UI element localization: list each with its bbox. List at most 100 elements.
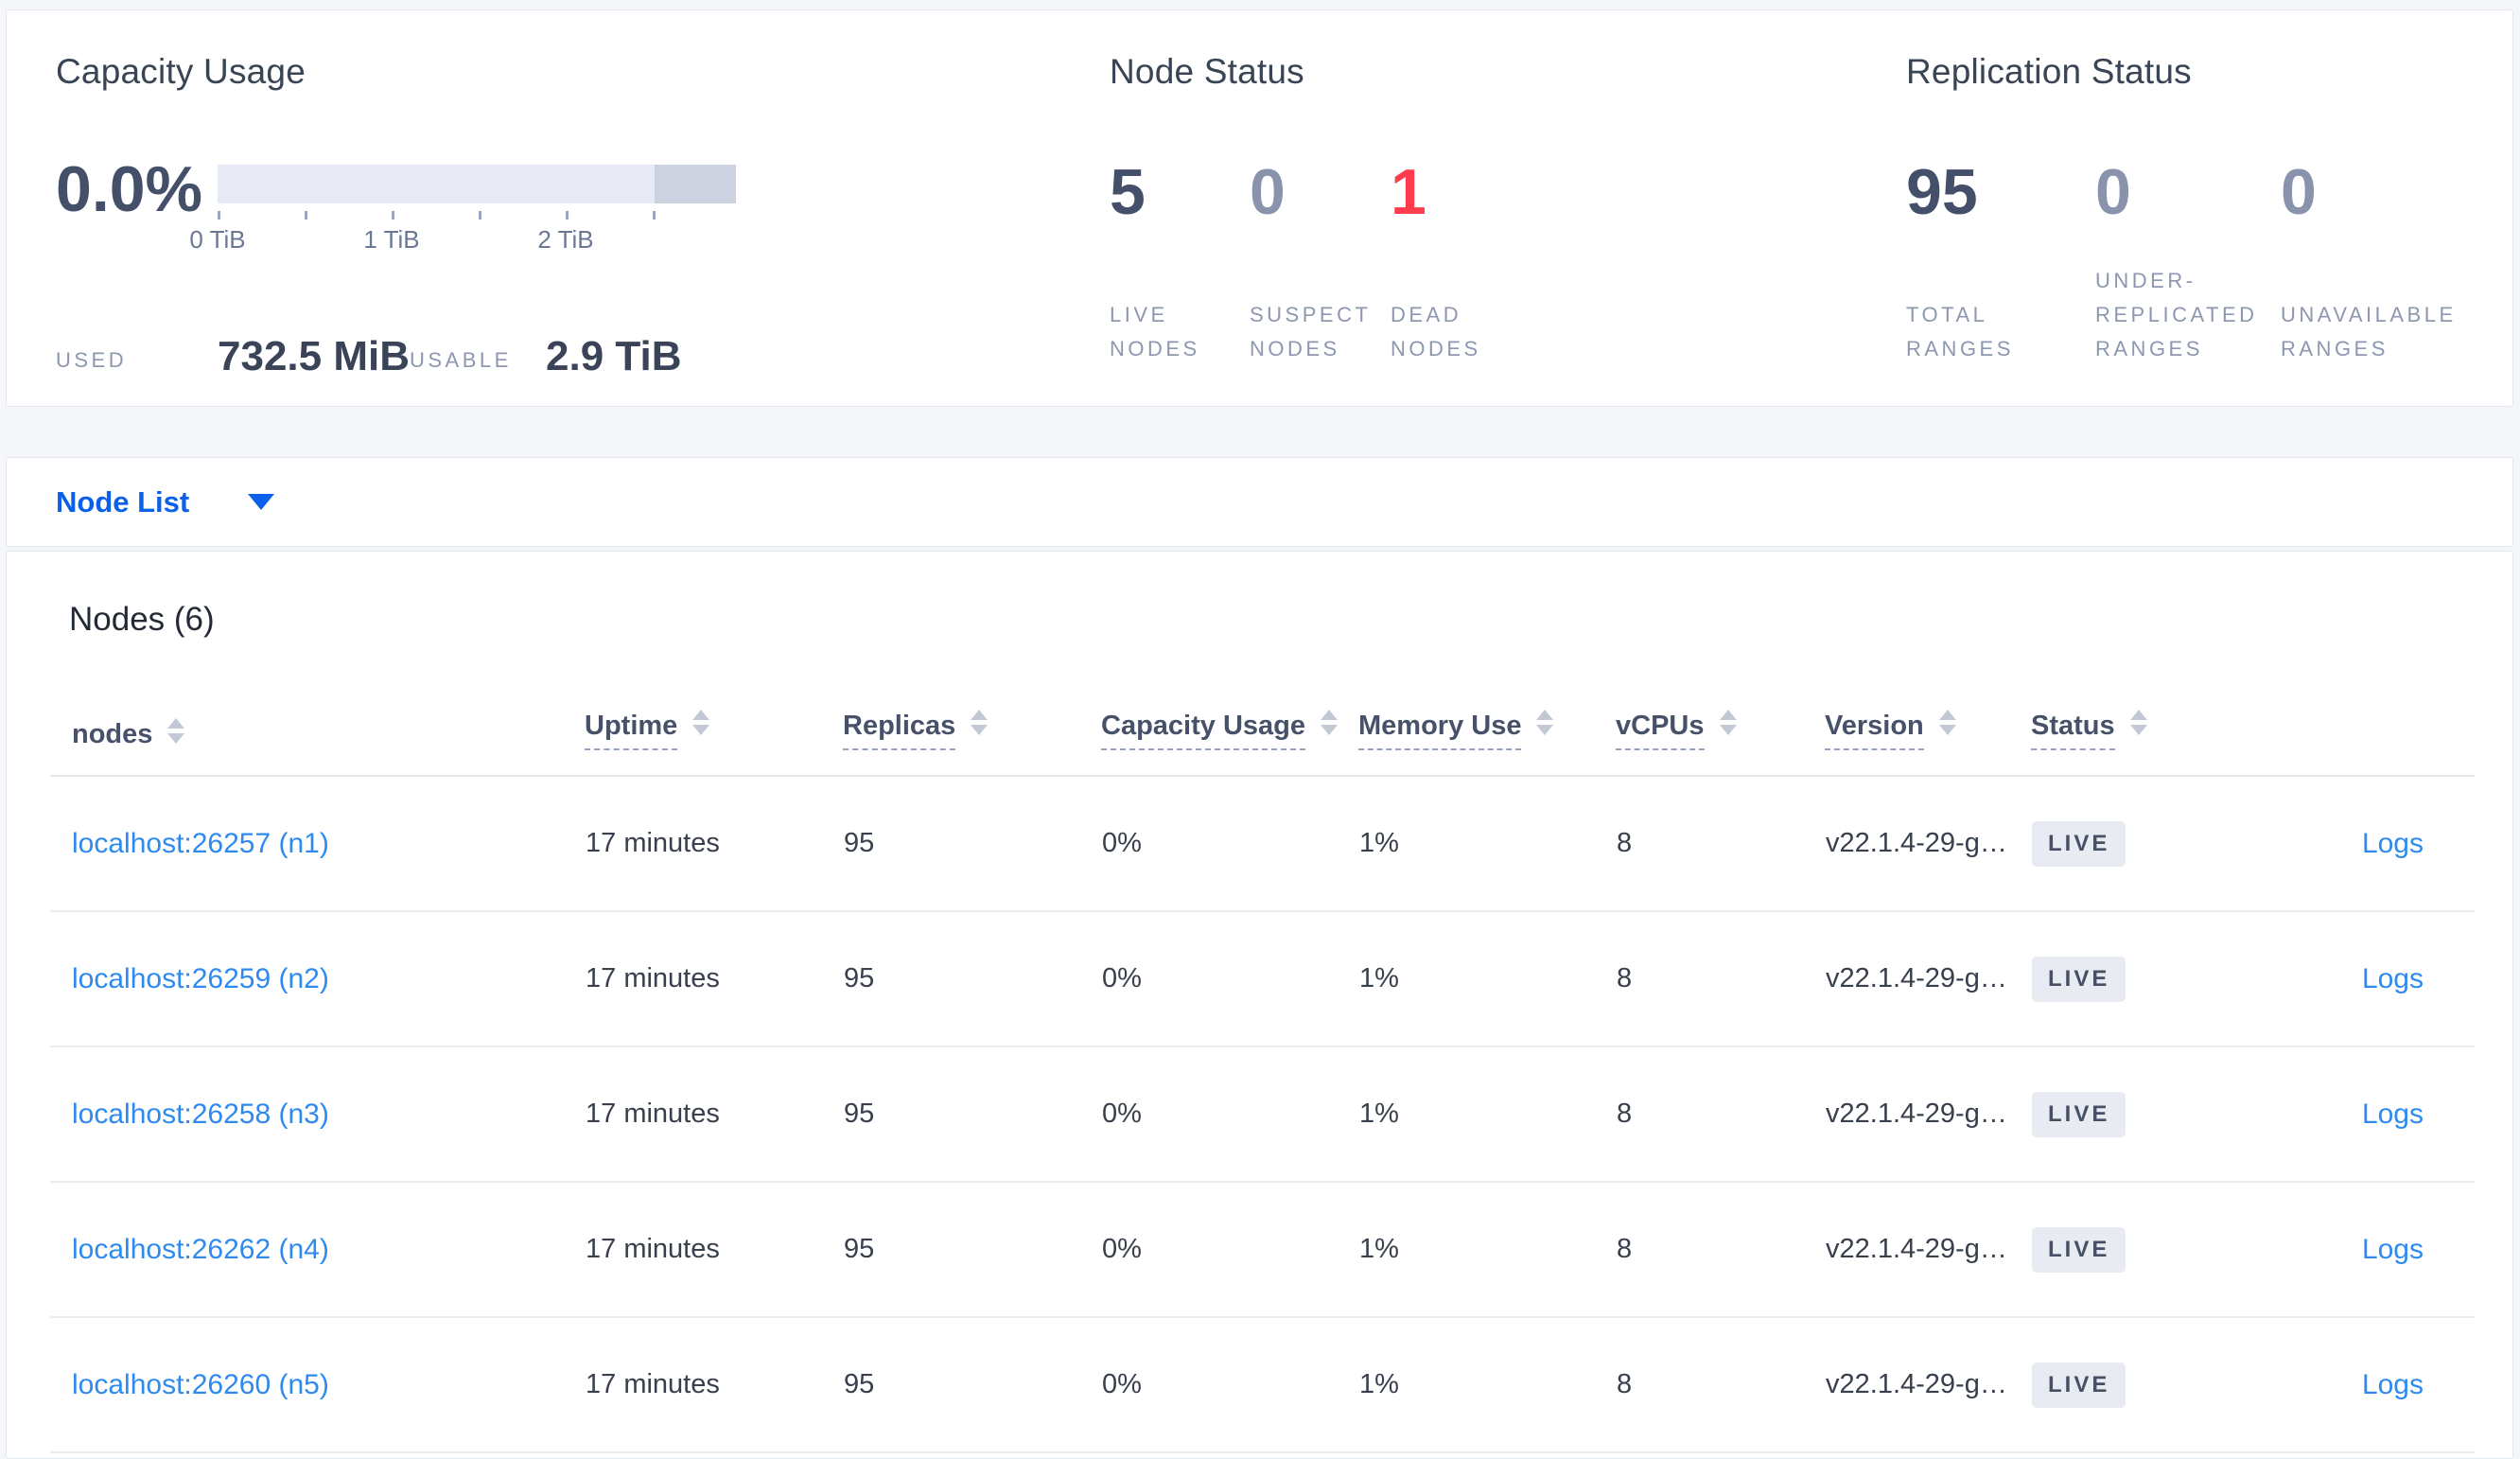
column-header-replicas[interactable]: Replicas bbox=[843, 637, 1101, 777]
table-cell-version: v22.1.4-29-g… bbox=[1825, 911, 2031, 1047]
sort-icon[interactable] bbox=[1719, 709, 1737, 735]
table-cell-memory: 1% bbox=[1358, 911, 1616, 1047]
status-badge: LIVE bbox=[2032, 1362, 2126, 1408]
sort-icon[interactable] bbox=[1321, 709, 1338, 735]
nodes-count-heading: Nodes (6) bbox=[69, 601, 215, 638]
column-header-address[interactable]: nodes bbox=[50, 637, 585, 777]
sort-icon[interactable] bbox=[167, 717, 185, 744]
sort-icon[interactable] bbox=[1536, 709, 1554, 735]
column-header-capacity[interactable]: Capacity Usage bbox=[1101, 637, 1358, 777]
summary-stat-value: 0 bbox=[2281, 156, 2317, 228]
axis-tick bbox=[566, 211, 569, 220]
capacity-bar-chart: 0 TiB 1 TiB 2 TiB bbox=[189, 165, 736, 254]
table-cell-memory: 1% bbox=[1358, 1182, 1616, 1318]
axis-tick bbox=[653, 211, 656, 220]
summary-stat-label: SUSPECT NODES bbox=[1250, 303, 1372, 360]
summary-stat-value: 95 bbox=[1906, 156, 1978, 228]
table-cell-version: v22.1.4-29-g… bbox=[1825, 1317, 2031, 1453]
summary-stat-label: LIVE NODES bbox=[1110, 303, 1200, 360]
table-cell-vcpus: 8 bbox=[1616, 776, 1825, 912]
column-header-label: Capacity Usage bbox=[1101, 711, 1305, 750]
sort-icon[interactable] bbox=[2129, 709, 2147, 735]
table-cell-memory: 1% bbox=[1358, 776, 1616, 912]
table-cell-memory: 1% bbox=[1358, 1046, 1616, 1183]
column-header-version[interactable]: Version bbox=[1825, 637, 2031, 777]
table-cell-uptime: 17 minutes bbox=[585, 1182, 843, 1318]
status-badge: LIVE bbox=[2032, 1226, 2126, 1273]
summary-stat: 0 UNAVAILABLE RANGES bbox=[2281, 10, 2489, 406]
logs-link[interactable]: Logs bbox=[2362, 828, 2424, 859]
summary-stat-value: 0 bbox=[2095, 156, 2131, 228]
table-cell-vcpus: 8 bbox=[1616, 1046, 1825, 1183]
table-cell-capacity: 0% bbox=[1101, 911, 1358, 1047]
node-address-link[interactable]: localhost:26259 (n2) bbox=[72, 963, 329, 994]
table-cell-capacity: 0% bbox=[1101, 1182, 1358, 1318]
column-header-status[interactable]: Status bbox=[2031, 637, 2220, 777]
table-row: localhost:26259 (n2) 17 minutes 95 0% 1% 8 v22… bbox=[50, 911, 2475, 1047]
table-cell-vcpus: 8 bbox=[1616, 911, 1825, 1047]
replication-status-panel: Replication Status 95 TOTAL RANGES 0 UNDER-… bbox=[1906, 10, 2511, 406]
sort-icon[interactable] bbox=[1938, 709, 1956, 735]
summary-stat-value: 1 bbox=[1391, 156, 1426, 228]
axis-tick-label: 2 TiB bbox=[537, 225, 594, 254]
capacity-usage-title: Capacity Usage bbox=[56, 52, 306, 91]
axis-tick-label: 1 TiB bbox=[363, 225, 420, 254]
status-badge: LIVE bbox=[2032, 820, 2126, 867]
table-cell-vcpus: 8 bbox=[1616, 1317, 1825, 1453]
capacity-usable-label: USABLE bbox=[410, 348, 512, 372]
logs-link[interactable]: Logs bbox=[2362, 963, 2424, 994]
summary-stat-value: 0 bbox=[1250, 156, 1286, 228]
node-address-link[interactable]: localhost:26258 (n3) bbox=[72, 1099, 329, 1130]
table-cell-capacity: 0% bbox=[1101, 1317, 1358, 1453]
capacity-usable-value: 2.9 TiB bbox=[546, 333, 682, 379]
logs-link[interactable]: Logs bbox=[2362, 1099, 2424, 1130]
column-header-uptime[interactable]: Uptime bbox=[585, 637, 843, 777]
table-cell-vcpus: 8 bbox=[1616, 1182, 1825, 1318]
summary-stat: 95 TOTAL RANGES bbox=[1906, 10, 2081, 406]
summary-stat: 5 LIVE NODES bbox=[1110, 10, 1237, 406]
column-header-logs bbox=[2220, 637, 2475, 777]
capacity-used-label: USED bbox=[56, 348, 128, 372]
axis-tick-label: 0 TiB bbox=[189, 225, 246, 254]
table-cell-uptime: 17 minutes bbox=[585, 1046, 843, 1183]
column-header-label: vCPUs bbox=[1616, 711, 1705, 750]
column-header-vcpus[interactable]: vCPUs bbox=[1616, 637, 1825, 777]
table-cell-uptime: 17 minutes bbox=[585, 776, 843, 912]
sort-icon[interactable] bbox=[971, 709, 989, 735]
node-address-link[interactable]: localhost:26262 (n4) bbox=[72, 1234, 329, 1265]
axis-tick bbox=[218, 211, 220, 220]
logs-link[interactable]: Logs bbox=[2362, 1234, 2424, 1265]
table-cell-uptime: 17 minutes bbox=[585, 911, 843, 1047]
table-cell-version: v22.1.4-29-g… bbox=[1825, 776, 2031, 912]
node-address-link[interactable]: localhost:26257 (n1) bbox=[72, 828, 329, 859]
logs-link[interactable]: Logs bbox=[2362, 1369, 2424, 1400]
node-status-panel: Node Status 5 LIVE NODES 0 SUSPECT NODES 1 DE… bbox=[1110, 10, 1639, 406]
table-row: localhost:26257 (n1) 17 minutes 95 0% 1% 8 v22… bbox=[50, 776, 2475, 912]
table-header-row: nodes Uptime Replicas Capacity Usage Memory … bbox=[50, 637, 2475, 777]
column-header-label: Uptime bbox=[585, 711, 678, 750]
node-list-dropdown[interactable]: Node List bbox=[56, 485, 189, 519]
caret-down-icon[interactable] bbox=[248, 494, 275, 510]
summary-stat: 0 SUSPECT NODES bbox=[1250, 10, 1382, 406]
column-header-label: nodes bbox=[72, 719, 153, 749]
table-cell-replicas: 95 bbox=[843, 911, 1101, 1047]
summary-stat-value: 5 bbox=[1110, 156, 1146, 228]
cluster-overview-card: Capacity Usage 0.0% 0 TiB 1 TiB 2 TiB USED… bbox=[6, 9, 2513, 407]
table-row: localhost:26260 (n5) 17 minutes 95 0% 1% 8 v22… bbox=[50, 1317, 2475, 1453]
node-address-link[interactable]: localhost:26260 (n5) bbox=[72, 1369, 329, 1400]
capacity-used-percent: 0.0% bbox=[56, 153, 202, 225]
summary-stat: 1 DEAD NODES bbox=[1391, 10, 1523, 406]
sort-icon[interactable] bbox=[692, 709, 710, 735]
nodes-table: nodes Uptime Replicas Capacity Usage Memory … bbox=[50, 637, 2475, 1453]
column-header-label: Status bbox=[2031, 711, 2115, 750]
table-cell-capacity: 0% bbox=[1101, 1046, 1358, 1183]
capacity-bar bbox=[218, 165, 736, 203]
column-header-label: Memory Use bbox=[1358, 711, 1522, 750]
table-row: localhost:26262 (n4) 17 minutes 95 0% 1% 8 v22… bbox=[50, 1182, 2475, 1318]
table-row: localhost:26258 (n3) 17 minutes 95 0% 1% 8 v22… bbox=[50, 1046, 2475, 1183]
column-header-memory[interactable]: Memory Use bbox=[1358, 637, 1616, 777]
capacity-bar-used-segment bbox=[654, 165, 736, 203]
table-cell-replicas: 95 bbox=[843, 1317, 1101, 1453]
status-badge: LIVE bbox=[2032, 1091, 2126, 1137]
status-badge: LIVE bbox=[2032, 956, 2126, 1002]
